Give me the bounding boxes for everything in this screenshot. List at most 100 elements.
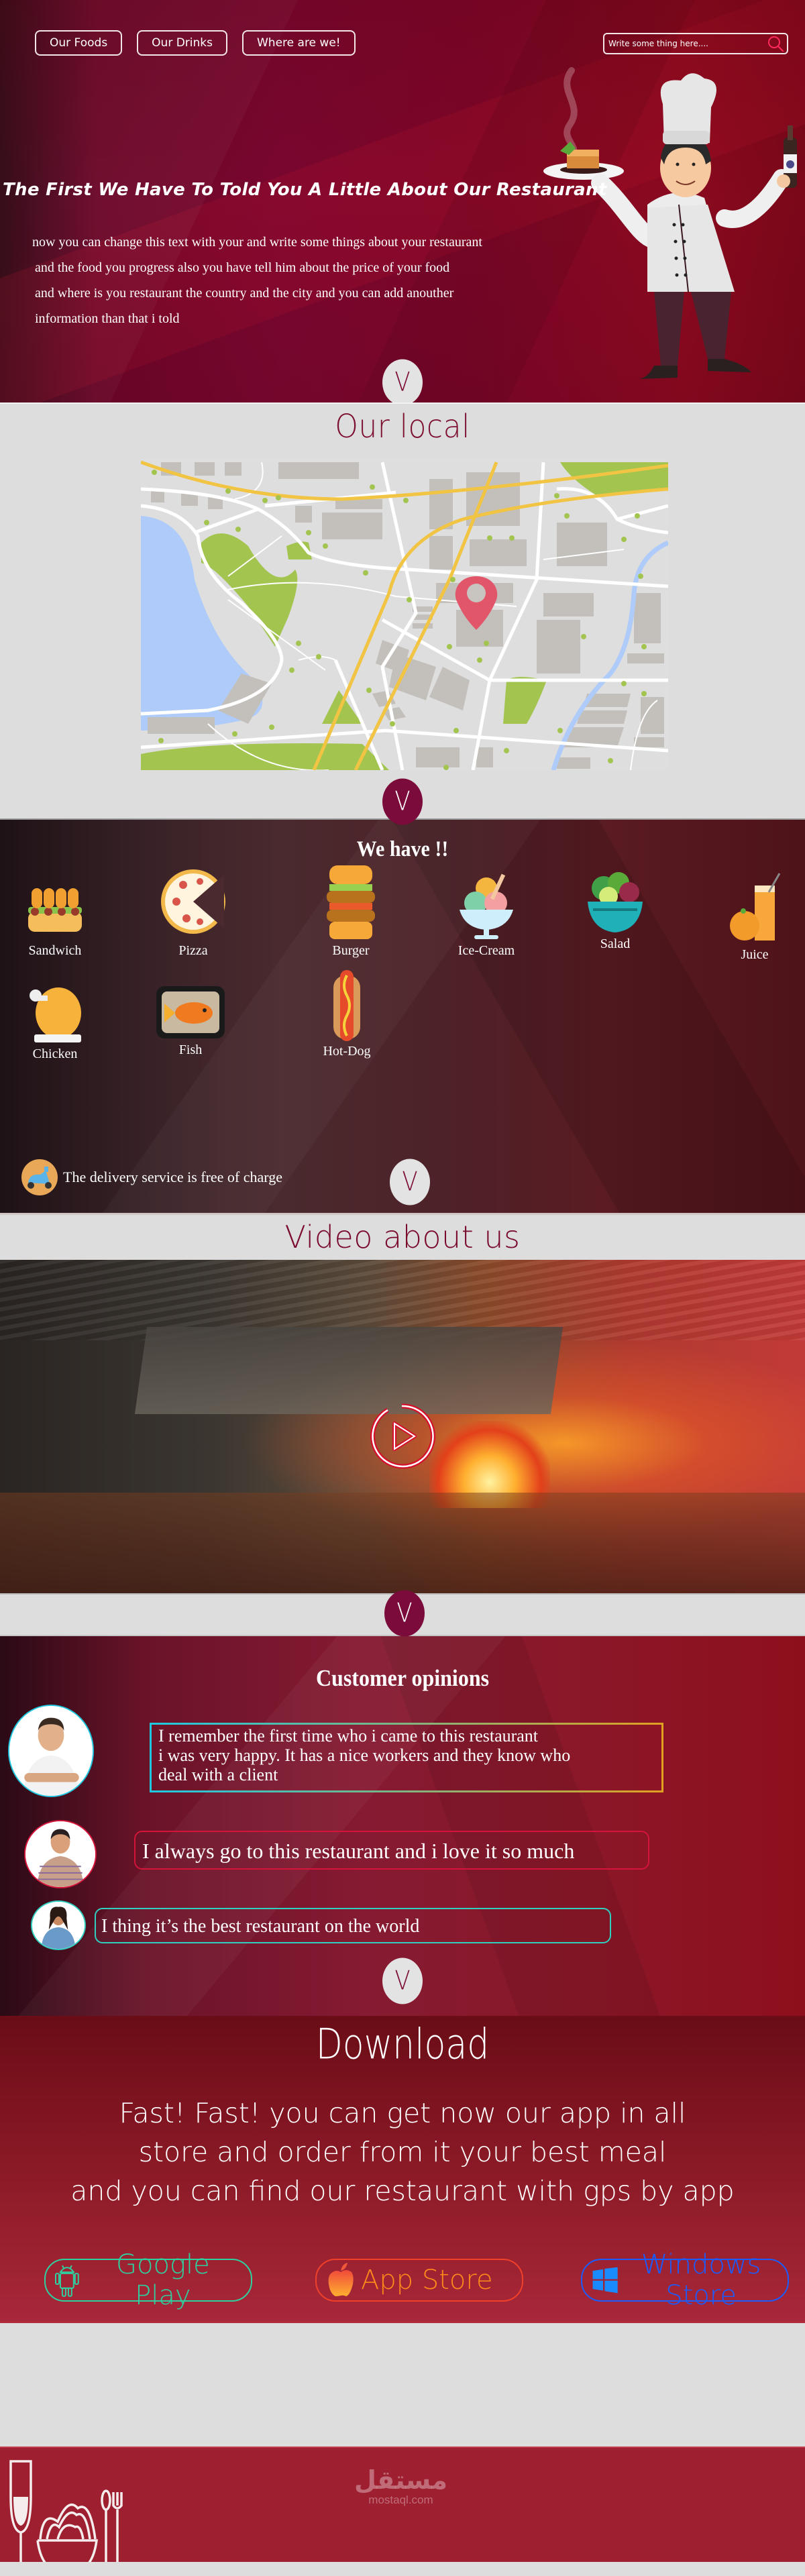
search-icon[interactable] [767, 35, 784, 52]
delivery-text: The delivery service is free of charge [63, 1169, 282, 1185]
juice-icon [730, 873, 781, 941]
blank-spacer-section [0, 2321, 805, 2447]
section-title-download: Download [315, 2021, 490, 2070]
opinion-line: deal with a client [158, 1765, 278, 1784]
food-label: Burger [332, 943, 370, 958]
customer-opinions-section: Customer opinions I remember the first t… [0, 1635, 805, 2016]
fork-icon [112, 2492, 123, 2562]
avatar [8, 1705, 94, 1797]
food-item-chicken[interactable]: Chicken [18, 978, 92, 1062]
sandwich-icon [28, 888, 82, 932]
nav-our-drinks[interactable]: Our Drinks [137, 30, 227, 56]
search-box [603, 33, 788, 54]
person-icon [9, 1706, 93, 1796]
watermark-arabic: مستقل [354, 2465, 447, 2495]
food-label: Fish [178, 1042, 203, 1057]
avatar [24, 1820, 97, 1888]
hero-paragraph-line: now you can change this text with your a… [32, 235, 482, 250]
delivery-info: The delivery service is free of charge [20, 1159, 282, 1196]
food-item-salad[interactable]: Salad [578, 868, 652, 952]
food-item-hot-dog[interactable]: Hot-Dog [310, 969, 384, 1059]
burger-icon [327, 865, 375, 939]
hero-paragraph: now you can change this text with your a… [32, 229, 482, 331]
section-title-our-local: Our local [335, 407, 470, 445]
pizza-icon [161, 869, 225, 934]
opinion-line: I thing it’s the best restaurant on the … [101, 1916, 420, 1937]
food-item-sandwich[interactable]: Sandwich [18, 881, 92, 959]
opinion-bubble: I always go to this restaurant and i lov… [134, 1831, 649, 1870]
food-label: Chicken [32, 1046, 78, 1061]
opinion-bubble: I remember the first time who i came to … [150, 1723, 663, 1792]
windows-icon [592, 2267, 618, 2294]
spoon-icon [101, 2489, 111, 2511]
food-item-ice-cream[interactable]: Ice-Cream [449, 868, 523, 959]
download-description: Fast! Fast! you can get now our app in a… [0, 2094, 805, 2210]
avatar [31, 1900, 86, 1950]
download-text-line: Fast! Fast! you can get now our app in a… [119, 2097, 686, 2129]
search-input[interactable] [604, 39, 767, 48]
food-label: Pizza [178, 943, 208, 958]
scroll-down-button[interactable]: V [382, 359, 423, 402]
noodle-bowl-icon [36, 2539, 98, 2562]
hero-paragraph-line: and the food you progress also you have … [35, 260, 450, 275]
menu-section: We have !! Sandwich Pizza Burger Ice-Cre… [0, 818, 805, 1213]
food-label: Ice-Cream [458, 943, 515, 958]
top-nav: Our Foods Our Drinks Where are we! [35, 30, 356, 56]
hero-section: Our Foods Our Drinks Where are we! The F… [0, 0, 805, 402]
person-icon [32, 1902, 85, 1949]
hero-paragraph-line: information than that i told [35, 311, 180, 326]
download-text-line: store and order from it your best meal [138, 2136, 667, 2168]
food-item-fish[interactable]: Fish [154, 983, 227, 1058]
opinion-line: I always go to this restaurant and i lov… [142, 1839, 575, 1863]
ice-cream-icon [460, 873, 513, 939]
section-title-video: Video about us [284, 1219, 521, 1255]
chicken-icon [30, 987, 81, 1042]
food-label: Hot-Dog [323, 1044, 371, 1059]
fish-icon [156, 986, 225, 1038]
store-label: Windows Store [641, 2249, 761, 2311]
food-label: Juice [741, 947, 769, 962]
hot-dog-icon [333, 970, 360, 1041]
video-heading-section: Video about us [0, 1213, 805, 1260]
hero-title: The First We Have To Told You A Little A… [3, 180, 607, 200]
food-item-juice[interactable]: Juice [718, 872, 792, 963]
nav-our-foods[interactable]: Our Foods [35, 30, 123, 56]
play-icon[interactable] [368, 1402, 436, 1470]
food-item-burger[interactable]: Burger [314, 864, 388, 959]
scroll-down-button[interactable]: V [390, 1159, 430, 1205]
opinion-line: i was very happy. It has a nice workers … [158, 1746, 571, 1765]
city-map[interactable] [141, 459, 668, 770]
video-frame-counter [0, 1493, 805, 1593]
scroll-down-button[interactable]: V [382, 778, 423, 825]
download-section: Download Fast! Fast! you can get now our… [0, 2016, 805, 2321]
hero-paragraph-line: and where is you restaurant the country … [35, 286, 454, 301]
footer: مستقل mostaql.com [0, 2447, 805, 2562]
scroll-down-button[interactable]: V [384, 1590, 425, 1637]
windows-store-button[interactable]: Windows Store [581, 2249, 789, 2311]
food-label: Sandwich [28, 943, 82, 958]
opinion-line: I remember the first time who i came to … [158, 1726, 539, 1746]
android-icon [55, 2265, 79, 2297]
app-store-button[interactable]: App Store [315, 2259, 523, 2302]
scooter-icon [21, 1159, 58, 1195]
food-item-pizza[interactable]: Pizza [156, 861, 230, 959]
nav-where-are-we[interactable]: Where are we! [242, 30, 356, 56]
opinion-bubble: I thing it’s the best restaurant on the … [95, 1908, 611, 1943]
download-text-line: and you can find our restaurant with gps… [70, 2175, 735, 2207]
scroll-down-button[interactable]: V [382, 1957, 423, 2004]
our-local-section: Our local V [0, 402, 805, 825]
store-label: App Store [361, 2265, 493, 2296]
person-icon [25, 1821, 95, 1887]
dining-icons [9, 2460, 123, 2562]
video-player[interactable] [0, 1260, 805, 1593]
store-label: Google Play [116, 2249, 210, 2311]
apple-icon [328, 2263, 354, 2296]
chef-icon [543, 67, 797, 379]
video-bottom-strip: V [0, 1590, 805, 1637]
watermark-url: mostaql.com [368, 2493, 433, 2506]
section-title-opinions: Customer opinions [315, 1664, 490, 1691]
google-play-button[interactable]: Google Play [44, 2249, 252, 2311]
video-frame-hood [134, 1327, 564, 1414]
food-label: Salad [600, 936, 631, 951]
mostaql-watermark: مستقل mostaql.com [354, 2467, 447, 2507]
